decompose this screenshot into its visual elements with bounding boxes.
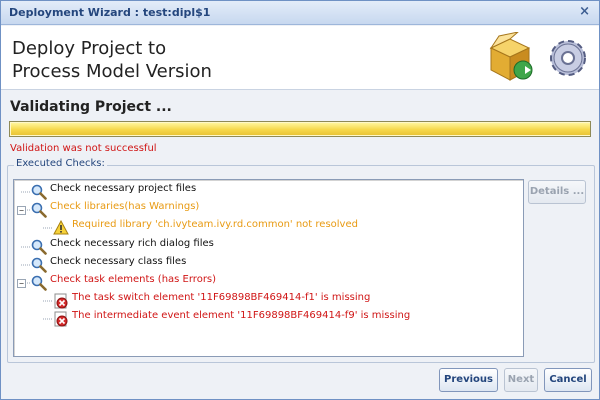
check-item-label: The intermediate event element '11F69898… bbox=[72, 310, 411, 322]
check-item-label: Check necessary class files bbox=[50, 255, 187, 267]
check-item[interactable]: − Check libraries(has Warnings) bbox=[14, 201, 519, 219]
executed-checks-legend: Executed Checks: bbox=[14, 158, 107, 169]
close-icon[interactable]: × bbox=[579, 4, 590, 19]
check-item-label: Check libraries(has Warnings) bbox=[50, 201, 200, 213]
check-item-label: Required library 'ch.ivyteam.ivy.rd.comm… bbox=[72, 219, 358, 231]
gear-icon bbox=[550, 40, 586, 76]
warning-icon bbox=[53, 220, 69, 235]
check-item[interactable]: Check necessary project files bbox=[14, 183, 519, 201]
heading-line-1: Deploy Project to bbox=[12, 38, 167, 59]
title-bar[interactable]: Deployment Wizard : test:dipl$1 × bbox=[1, 1, 599, 25]
check-item[interactable]: − Check task elements (has Errors) bbox=[14, 274, 519, 292]
wizard-banner: Deploy Project to Process Model Version bbox=[1, 26, 599, 90]
progress-fill bbox=[11, 123, 590, 135]
check-item-label: The task switch element '11F69898BF46941… bbox=[72, 292, 371, 304]
validation-progress-bar bbox=[9, 121, 591, 137]
magnifier-icon bbox=[31, 184, 47, 200]
check-item[interactable]: Check necessary rich dialog files bbox=[14, 238, 519, 256]
magnifier-icon bbox=[31, 275, 47, 291]
executed-checks-group: Executed Checks: Check necessary project… bbox=[7, 158, 595, 363]
magnifier-icon bbox=[31, 239, 47, 255]
check-item-label: Check necessary project files bbox=[50, 183, 197, 194]
status-title: Validating Project ... bbox=[10, 99, 172, 115]
window-title: Deployment Wizard : test:dipl$1 bbox=[9, 6, 211, 19]
check-item[interactable]: The task switch element '11F69898BF46941… bbox=[14, 292, 519, 310]
magnifier-icon bbox=[31, 257, 47, 273]
error-icon bbox=[54, 293, 68, 309]
heading-line-2: Process Model Version bbox=[12, 61, 212, 82]
deploy-box-icon bbox=[489, 32, 533, 81]
collapse-icon[interactable]: − bbox=[17, 206, 26, 216]
checks-tree[interactable]: Check necessary project files − Check libr… bbox=[13, 179, 524, 357]
check-item[interactable]: The intermediate event element '11F69898… bbox=[14, 310, 519, 328]
details-button[interactable]: Details ... bbox=[528, 180, 586, 204]
wizard-heading: Deploy Project to Process Model Version bbox=[12, 37, 312, 83]
check-item-label: Check necessary rich dialog files bbox=[50, 237, 214, 249]
collapse-icon[interactable]: − bbox=[17, 279, 26, 288]
error-icon bbox=[54, 311, 68, 327]
previous-button[interactable]: Previous bbox=[439, 368, 498, 392]
cancel-button[interactable]: Cancel bbox=[544, 368, 592, 392]
check-item[interactable]: Required library 'ch.ivyteam.ivy.rd.comm… bbox=[14, 219, 519, 237]
check-item-label: Check task elements (has Errors) bbox=[50, 274, 217, 285]
deployment-wizard-window: Deployment Wizard : test:dipl$1 × Deploy… bbox=[0, 0, 600, 400]
check-item[interactable]: Check necessary class files bbox=[14, 256, 519, 274]
next-button[interactable]: Next bbox=[504, 368, 538, 392]
status-message: Validation was not successful bbox=[10, 143, 157, 154]
magnifier-icon bbox=[31, 202, 47, 218]
